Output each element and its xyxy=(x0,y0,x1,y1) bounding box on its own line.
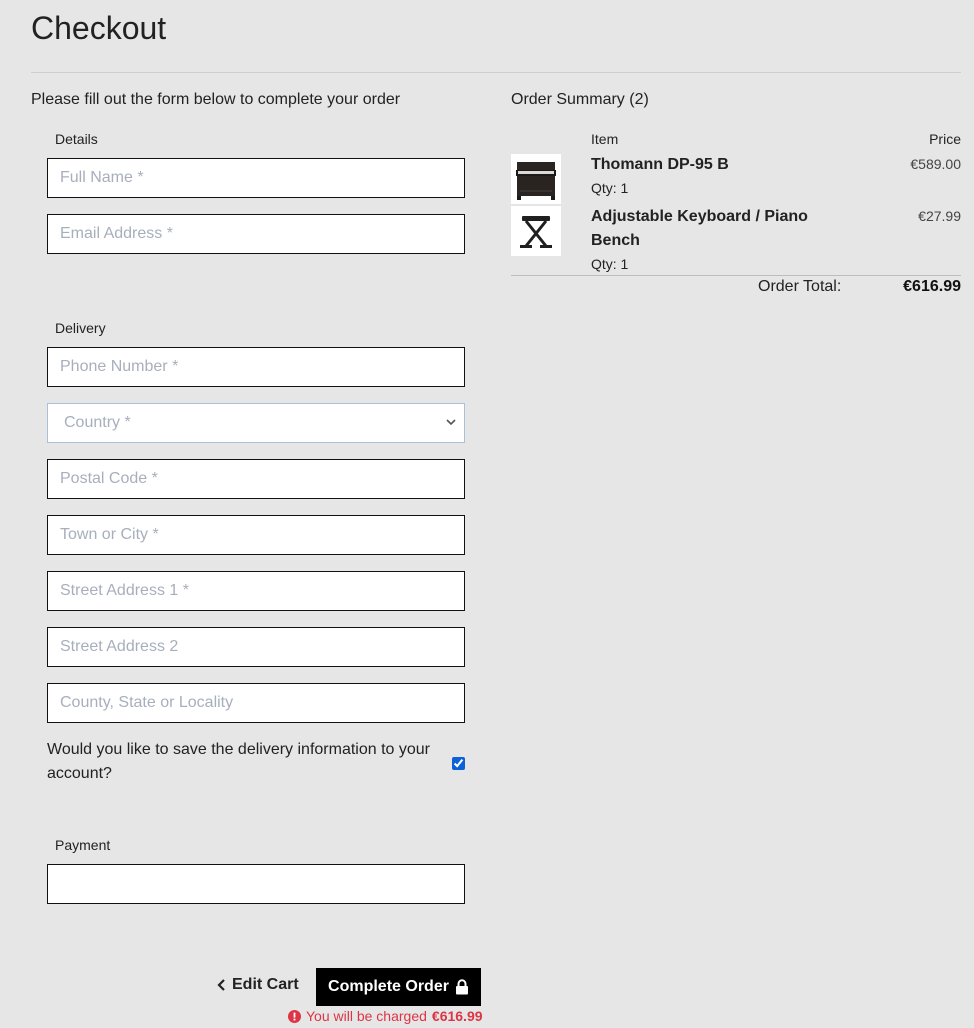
order-total-label: Order Total: xyxy=(758,278,842,295)
postal-code-input[interactable] xyxy=(47,459,465,499)
product-price: €589.00 xyxy=(910,156,961,172)
street-address-1-input[interactable] xyxy=(47,571,465,611)
chevron-down-icon xyxy=(446,419,456,426)
country-select-value: Country * xyxy=(64,414,131,431)
product-name: Adjustable Keyboard / Piano Bench xyxy=(591,208,808,249)
order-summary-title: Order Summary (2) xyxy=(511,91,649,108)
county-input[interactable] xyxy=(47,683,465,723)
digital-piano-image xyxy=(511,154,561,204)
street-address-2-input[interactable] xyxy=(47,627,465,667)
form-intro: Please fill out the form below to comple… xyxy=(31,91,401,108)
edit-cart-label: Edit Cart xyxy=(232,976,299,993)
charge-warning-amount: €616.99 xyxy=(431,1008,483,1024)
exclamation-circle-icon xyxy=(288,1009,301,1023)
checkout-page: Checkout Please fill out the form below … xyxy=(0,0,974,1028)
payment-label: Payment xyxy=(55,837,111,853)
summary-col-item: Item xyxy=(591,131,619,147)
complete-order-button[interactable]: Complete Order xyxy=(316,968,481,1006)
save-delivery-checkbox[interactable] xyxy=(452,757,465,770)
lock-icon xyxy=(455,979,468,995)
card-input[interactable] xyxy=(47,864,465,904)
piano-bench-image xyxy=(511,206,561,256)
product-name: Thomann DP-95 B xyxy=(591,156,729,173)
charge-warning: You will be charged €616.99 xyxy=(288,1008,483,1024)
charge-warning-text: You will be charged xyxy=(306,1008,427,1024)
product-qty: Qty: 1 xyxy=(591,180,629,196)
full-name-input[interactable] xyxy=(47,158,465,198)
edit-cart-link[interactable]: Edit Cart xyxy=(216,976,299,994)
delivery-label: Delivery xyxy=(55,320,106,336)
details-label: Details xyxy=(55,131,98,147)
email-input[interactable] xyxy=(47,214,465,254)
town-city-input[interactable] xyxy=(47,515,465,555)
summary-divider xyxy=(511,275,961,276)
page-title: Checkout xyxy=(31,10,167,46)
header-divider xyxy=(31,72,961,73)
country-select[interactable]: Country * xyxy=(47,403,465,443)
product-qty: Qty: 1 xyxy=(591,256,629,272)
complete-order-label: Complete Order xyxy=(328,978,449,995)
save-delivery-question: Would you like to save the delivery info… xyxy=(47,741,431,782)
summary-col-price: Price xyxy=(929,131,961,147)
order-total-value: €616.99 xyxy=(903,278,961,295)
product-price: €27.99 xyxy=(918,208,961,224)
chevron-left-icon xyxy=(217,979,225,991)
phone-input[interactable] xyxy=(47,347,465,387)
